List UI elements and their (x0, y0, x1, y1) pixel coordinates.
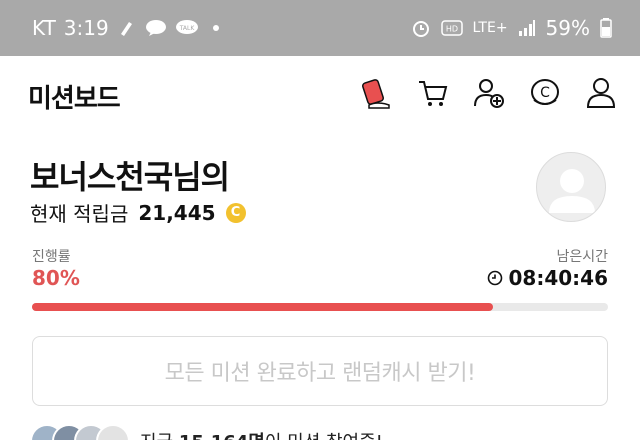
remaining-time-label: 남은시간 (556, 249, 608, 265)
page-title: 미션보드 (28, 84, 121, 114)
participant-avatars (30, 424, 130, 440)
svg-text:TALK: TALK (178, 25, 195, 32)
cart-icon[interactable] (414, 74, 452, 112)
progress-bar-fill (32, 303, 493, 311)
chat-notification-icon (145, 19, 167, 37)
hd-voice-icon: HD (440, 20, 463, 36)
talk-notification-icon: TALK (175, 19, 199, 37)
pen-notification-icon (117, 18, 137, 38)
user-name: 보너스천국님의 (30, 158, 230, 196)
progress-percent: 80% (32, 266, 80, 290)
battery-charging-icon (600, 18, 612, 38)
progress-bar (32, 303, 608, 311)
remaining-time-row: 08:40:46 (487, 266, 609, 290)
random-cash-reward-button[interactable]: 모든 미션 완료하고 랜덤캐시 받기! (32, 336, 608, 406)
participant-count-text: 지금 15,164명이 미션 참여중! (140, 428, 383, 440)
clock: 3:19 (63, 16, 109, 40)
points-value: 21,445 (138, 200, 216, 225)
progress-label: 진행률 (32, 249, 71, 265)
participant-count: 15,164명 (179, 432, 265, 440)
coin-icon[interactable]: C (526, 74, 564, 112)
clock-icon (487, 270, 503, 286)
coin-badge-icon: C (225, 202, 246, 223)
alarm-icon (411, 18, 431, 38)
app-header: 미션보드 C (0, 56, 640, 136)
mission-card-icon[interactable] (358, 74, 396, 112)
svg-text:C: C (540, 85, 550, 101)
profile-icon[interactable] (582, 74, 620, 112)
default-avatar-icon (549, 169, 595, 213)
points-label: 현재 적립금 (30, 202, 129, 226)
remaining-time: 08:40:46 (508, 266, 609, 290)
svg-text:HD: HD (445, 25, 457, 34)
status-bar-left: KT 3:19 TALK (32, 16, 219, 40)
status-bar-right: HD LTE+ 59% (411, 16, 612, 40)
participant-prefix: 지금 (140, 432, 179, 440)
add-friend-icon[interactable] (470, 74, 508, 112)
more-notifications-dot-icon (212, 25, 219, 31)
points-row: 현재 적립금 21,445 C (30, 198, 246, 227)
signal-icon (518, 19, 536, 37)
status-bar: KT 3:19 TALK HD LTE+ 59% (0, 0, 640, 56)
network-type: LTE+ (472, 20, 508, 36)
carrier-label: KT (32, 16, 56, 40)
battery-percent: 59% (545, 16, 590, 40)
participant-suffix: 이 미션 참여중! (265, 432, 383, 440)
header-toolbar: C (358, 74, 620, 112)
avatar[interactable] (536, 152, 606, 222)
